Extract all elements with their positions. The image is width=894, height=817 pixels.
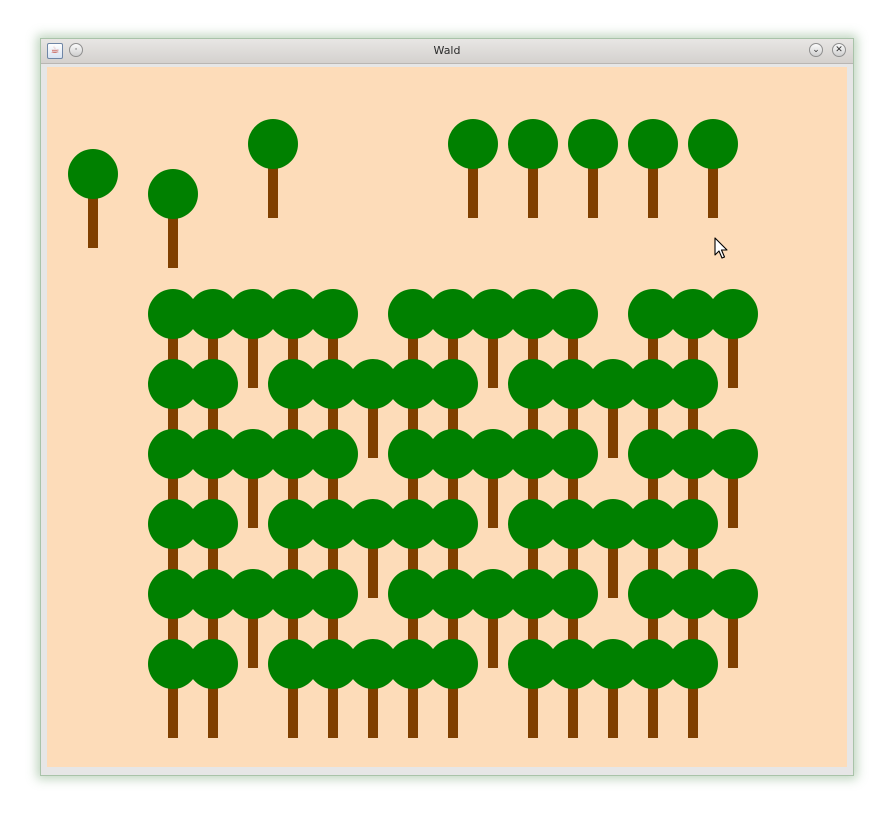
tree-crown bbox=[148, 169, 198, 219]
tree bbox=[448, 119, 498, 218]
mouse-pointer-icon bbox=[714, 237, 728, 259]
tree-crown bbox=[548, 429, 598, 479]
tree bbox=[68, 149, 118, 248]
tree-crown bbox=[708, 289, 758, 339]
tree-crown bbox=[668, 499, 718, 549]
tree bbox=[148, 169, 198, 268]
tree bbox=[428, 639, 478, 738]
tree bbox=[188, 639, 238, 738]
tree bbox=[508, 119, 558, 218]
tree bbox=[568, 119, 618, 218]
window-title: Wald bbox=[433, 44, 461, 57]
tree-crown bbox=[248, 119, 298, 169]
tree-crown bbox=[308, 429, 358, 479]
tree-crown bbox=[428, 359, 478, 409]
close-icon: ✕ bbox=[835, 45, 843, 55]
tree-crown bbox=[188, 639, 238, 689]
tree-crown bbox=[308, 289, 358, 339]
app-window: ☕ · Wald ⌄ ✕ bbox=[40, 38, 854, 776]
forest-drawing bbox=[68, 119, 758, 738]
tree-crown bbox=[688, 119, 738, 169]
close-button[interactable]: ✕ bbox=[832, 43, 846, 57]
tree-crown bbox=[188, 499, 238, 549]
drawing-canvas[interactable] bbox=[47, 67, 847, 767]
tree-crown bbox=[668, 359, 718, 409]
tree-crown bbox=[188, 359, 238, 409]
tree-crown bbox=[68, 149, 118, 199]
tree bbox=[628, 119, 678, 218]
tree bbox=[248, 119, 298, 218]
tree-crown bbox=[568, 119, 618, 169]
tree-crown bbox=[708, 429, 758, 479]
minimize-button[interactable]: ⌄ bbox=[809, 43, 823, 57]
tree bbox=[688, 119, 738, 218]
tree-crown bbox=[308, 569, 358, 619]
tree-crown bbox=[428, 639, 478, 689]
title-bar[interactable]: ☕ · Wald ⌄ ✕ bbox=[41, 39, 853, 64]
tree-crown bbox=[668, 639, 718, 689]
tree-crown bbox=[508, 119, 558, 169]
tree-crown bbox=[428, 499, 478, 549]
tree-crown bbox=[448, 119, 498, 169]
tree-crown bbox=[548, 569, 598, 619]
tree-crown bbox=[628, 119, 678, 169]
tree-crown bbox=[708, 569, 758, 619]
tree-crown bbox=[548, 289, 598, 339]
chevron-down-icon: ⌄ bbox=[812, 45, 820, 55]
tree bbox=[668, 639, 718, 738]
